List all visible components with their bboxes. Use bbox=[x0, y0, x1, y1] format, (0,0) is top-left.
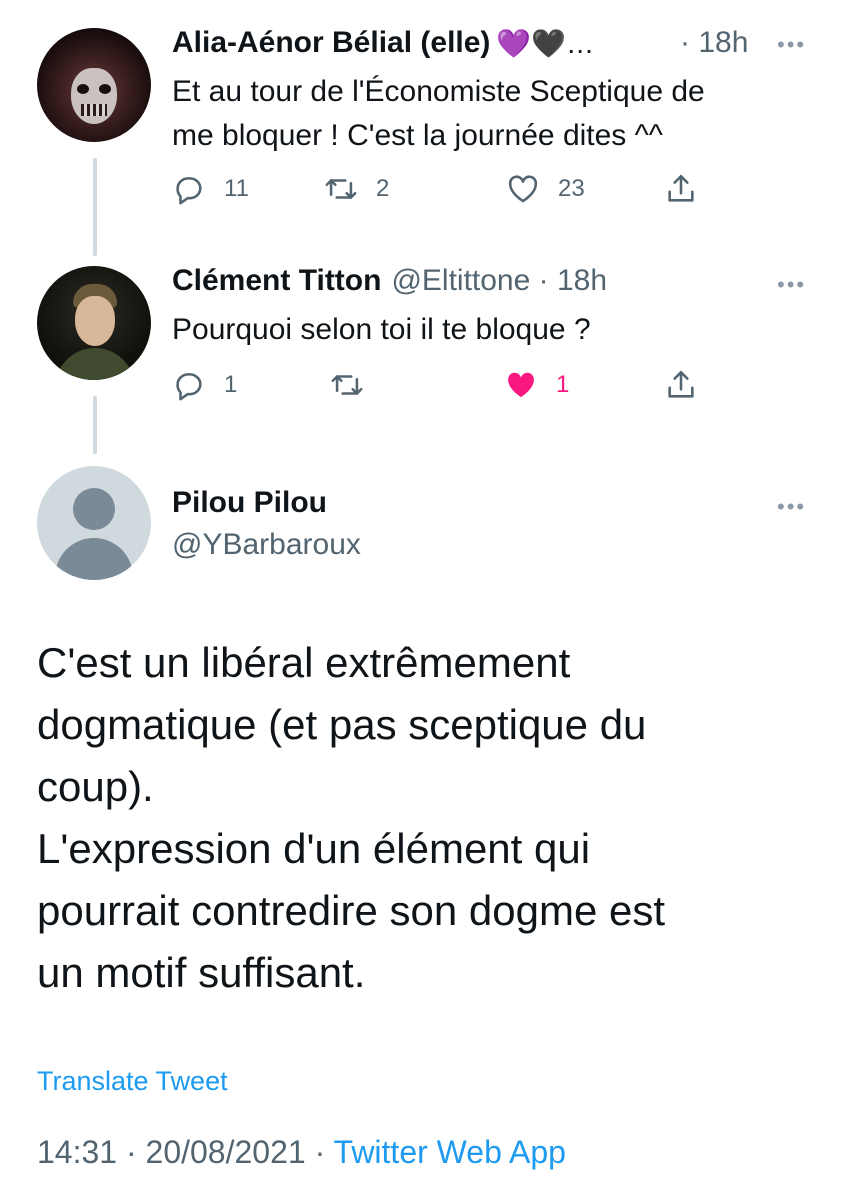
tweet-body: C'est un libéral extrêmement dogmatique … bbox=[37, 632, 817, 1004]
tweet-text-line: Et au tour de l'Économiste Sceptique de bbox=[172, 75, 705, 108]
author-name[interactable]: Pilou Pilou bbox=[172, 486, 327, 520]
avatar-default[interactable] bbox=[37, 466, 151, 580]
reply-icon bbox=[176, 373, 202, 401]
reply-button[interactable]: 1 bbox=[172, 368, 237, 402]
thread-connector bbox=[93, 158, 97, 256]
tweet-time[interactable]: · 18h bbox=[680, 26, 748, 60]
tweet-text: Pourquoi selon toi il te bloque ? bbox=[172, 313, 591, 346]
reply-button[interactable]: 11 bbox=[172, 172, 249, 206]
retweet-button[interactable] bbox=[330, 368, 364, 402]
tweet-text-line: C'est un libéral extrêmement bbox=[37, 639, 571, 686]
like-count: 23 bbox=[558, 175, 585, 202]
author-handle[interactable]: @YBarbaroux bbox=[172, 528, 361, 562]
avatar[interactable] bbox=[37, 28, 151, 142]
heart-icon bbox=[508, 175, 538, 203]
retweet-icon bbox=[325, 179, 357, 199]
reply-icon bbox=[176, 177, 202, 205]
like-count: 1 bbox=[556, 371, 570, 398]
author-emojis: 💜🖤… bbox=[496, 27, 595, 59]
retweet-count: 2 bbox=[376, 175, 390, 202]
tweet-text-line: me bloquer ! C'est la journée dites ^^ bbox=[172, 119, 663, 152]
tweet-text-line: dogmatique (et pas sceptique du bbox=[37, 701, 647, 748]
translate-tweet-link[interactable]: Translate Tweet bbox=[37, 1066, 228, 1097]
author-handle-time[interactable]: @Eltittone · 18h bbox=[391, 264, 607, 298]
author-name[interactable]: Alia-Aénor Bélial (elle) bbox=[172, 26, 490, 60]
tweet-text-line: pourrait contredire son dogme est bbox=[37, 887, 666, 934]
share-icon bbox=[668, 370, 694, 398]
tweet-text-line: L'expression d'un élément qui bbox=[37, 825, 591, 872]
tweet-text-line: coup). bbox=[37, 763, 154, 810]
tweet-timestamp[interactable]: 14:31 · 20/08/2021 · bbox=[37, 1134, 334, 1170]
share-button[interactable] bbox=[664, 172, 698, 206]
more-icon[interactable]: ••• bbox=[777, 272, 806, 298]
tweet-source-link[interactable]: Twitter Web App bbox=[334, 1134, 566, 1170]
avatar[interactable] bbox=[37, 266, 151, 380]
like-button[interactable]: 23 bbox=[506, 172, 585, 206]
more-icon[interactable]: ••• bbox=[777, 494, 806, 520]
author-name[interactable]: Clément Titton bbox=[172, 264, 381, 298]
retweet-button[interactable]: 2 bbox=[324, 172, 389, 206]
share-button[interactable] bbox=[664, 368, 698, 402]
retweet-icon bbox=[331, 375, 363, 395]
heart-filled-icon bbox=[508, 372, 534, 398]
reply-count: 1 bbox=[224, 371, 238, 398]
share-icon bbox=[668, 174, 694, 202]
more-icon[interactable]: ••• bbox=[777, 32, 806, 58]
like-button[interactable]: 1 bbox=[504, 368, 569, 402]
thread-connector bbox=[93, 396, 97, 454]
tweet-text-line: un motif suffisant. bbox=[37, 949, 366, 996]
reply-count: 11 bbox=[224, 175, 249, 202]
